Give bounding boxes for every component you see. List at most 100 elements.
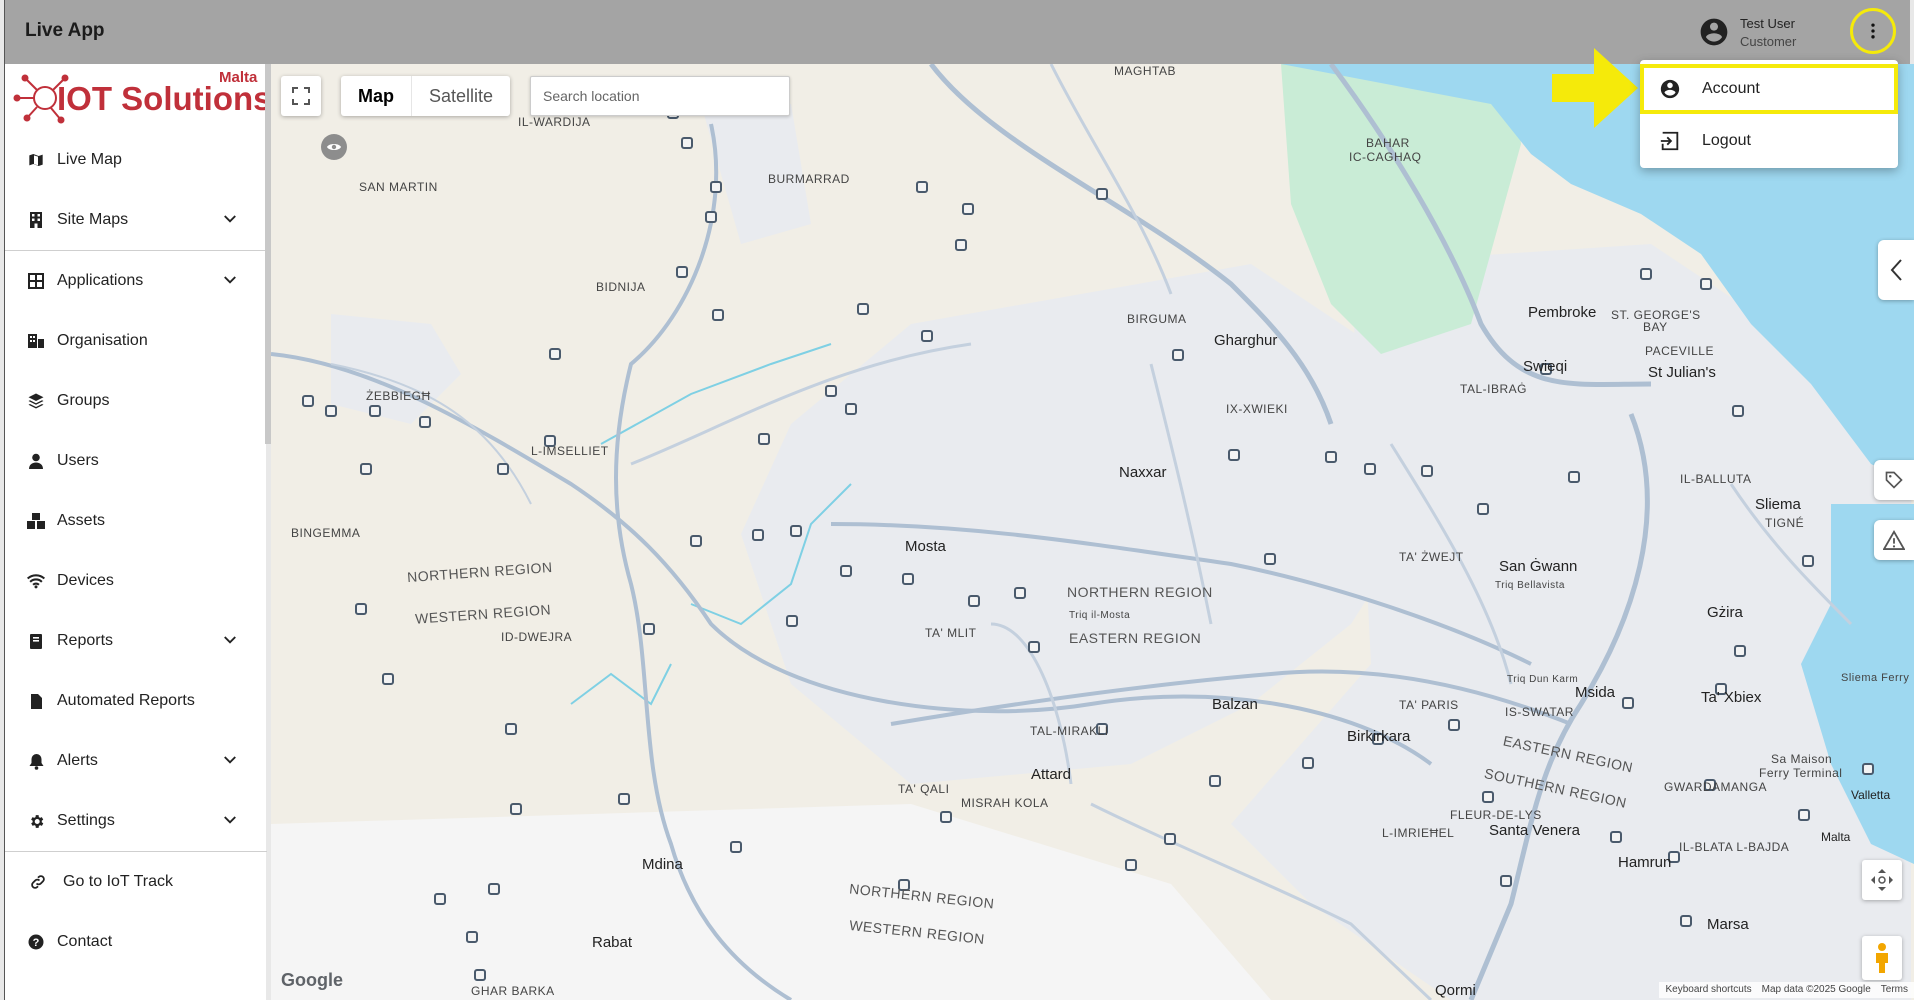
map-label: Swieqi bbox=[1523, 358, 1568, 375]
user-icon bbox=[25, 450, 47, 472]
map-type-satellite-button[interactable]: Satellite bbox=[412, 76, 510, 116]
map-label: Sa Maison bbox=[1771, 752, 1833, 766]
brand-logo[interactable]: IOT Solutions Malta bbox=[11, 68, 271, 126]
map-type-map-button[interactable]: Map bbox=[341, 76, 412, 116]
eye-icon bbox=[327, 144, 341, 150]
search-location-input[interactable] bbox=[530, 76, 790, 116]
sidebar-item-label: Automated Reports bbox=[57, 692, 195, 709]
fullscreen-icon bbox=[292, 87, 310, 105]
sidebar-item-users[interactable]: Users bbox=[5, 431, 267, 491]
map-label: Triq il-Mosta bbox=[1069, 610, 1131, 621]
warning-button[interactable] bbox=[1874, 520, 1914, 560]
account-circle-icon bbox=[1658, 77, 1682, 101]
map-data-text: Map data ©2025 Google bbox=[1761, 984, 1871, 995]
map-label: Rabat bbox=[592, 934, 633, 951]
map-label: IS-SWATAR bbox=[1505, 705, 1574, 719]
file-icon bbox=[25, 690, 47, 712]
sidebar-item-settings[interactable]: Settings bbox=[5, 791, 267, 851]
map-label: Qormi bbox=[1435, 982, 1476, 999]
terms-link[interactable]: Terms bbox=[1881, 984, 1908, 996]
sidebar-item-label: Alerts bbox=[57, 752, 98, 769]
sidebar-item-label: Go to IoT Track bbox=[63, 873, 173, 890]
google-logo: Google bbox=[281, 970, 343, 990]
map-label: MISRAH KOLA bbox=[961, 796, 1049, 810]
live-map[interactable]: MAGHTAB IL-WARDIJA BAHAR IC-CAGHAQ SAN M… bbox=[271, 64, 1914, 1000]
map-label: IL-BLATA L-BAJDA bbox=[1679, 840, 1790, 854]
pegman-icon bbox=[1876, 943, 1888, 973]
map-label: EASTERN REGION bbox=[1069, 630, 1202, 646]
menu-item-account[interactable]: Account bbox=[1640, 64, 1898, 114]
sidebar-item-label: Devices bbox=[57, 572, 114, 589]
sidebar-item-alerts[interactable]: Alerts bbox=[5, 731, 267, 791]
map-label: L-IMSELLIET bbox=[531, 444, 609, 458]
sidebar-item-groups[interactable]: Groups bbox=[5, 371, 267, 431]
chevron-down-icon bbox=[224, 276, 236, 284]
map-label: BIDNIJA bbox=[596, 280, 646, 294]
map-label: TA' PARIS bbox=[1399, 698, 1459, 712]
logo-graphic-icon: IOT Solutions Malta bbox=[13, 69, 271, 124]
map-label: TA' ŻWEJT bbox=[1399, 550, 1464, 564]
layers-icon bbox=[25, 390, 47, 412]
svg-text:?: ? bbox=[33, 937, 40, 949]
map-label: TA' QALI bbox=[898, 782, 950, 796]
sidebar-item-label: Organisation bbox=[57, 332, 148, 349]
map-label: IC-CAGHAQ bbox=[1349, 150, 1422, 164]
map-label: Marsa bbox=[1707, 916, 1749, 933]
gear-icon bbox=[25, 810, 47, 832]
fullscreen-button[interactable] bbox=[281, 76, 321, 116]
user-name: Test User bbox=[1740, 16, 1795, 31]
sidebar-item-organisation[interactable]: Organisation bbox=[5, 311, 267, 371]
more-options-button[interactable] bbox=[1850, 8, 1896, 54]
map-label: Ferry Terminal bbox=[1759, 766, 1843, 780]
map-label: Gharghur bbox=[1214, 332, 1278, 349]
map-label: Balzan bbox=[1212, 696, 1258, 713]
menu-item-logout[interactable]: Logout bbox=[1640, 116, 1898, 166]
sidebar-item-go-to-iot-track[interactable]: Go to IoT Track bbox=[5, 852, 267, 912]
sidebar-item-assets[interactable]: Assets bbox=[5, 491, 267, 551]
user-info[interactable]: Test User Customer bbox=[1698, 14, 1848, 50]
map-label: BAHAR bbox=[1366, 136, 1410, 150]
warning-icon bbox=[1883, 530, 1905, 550]
side-panel-toggle[interactable] bbox=[1878, 240, 1914, 300]
tag-button[interactable] bbox=[1874, 460, 1914, 500]
map-camera-control[interactable] bbox=[1862, 860, 1902, 900]
sidebar-item-applications[interactable]: Applications bbox=[5, 251, 267, 311]
street-view-button[interactable] bbox=[1862, 936, 1902, 980]
map-label: Valletta bbox=[1851, 788, 1891, 802]
map-label: Ta' Xbiex bbox=[1701, 689, 1762, 706]
map-label: TIGNÉ bbox=[1765, 516, 1805, 530]
map-label: TA' MLIT bbox=[925, 626, 977, 640]
sidebar-item-devices[interactable]: Devices bbox=[5, 551, 267, 611]
map-label: ŻEBBIEGĦ bbox=[366, 389, 431, 403]
map-label: MAGHTAB bbox=[1114, 64, 1176, 78]
book-icon bbox=[25, 630, 47, 652]
map-label: BINGEMMA bbox=[291, 526, 361, 540]
cubes-icon bbox=[25, 510, 47, 532]
map-label: Mdina bbox=[642, 856, 683, 873]
chevron-down-icon bbox=[224, 816, 236, 824]
sidebar-item-automated-reports[interactable]: Automated Reports bbox=[5, 671, 267, 731]
menu-item-label: Account bbox=[1702, 80, 1760, 97]
sidebar-nav: Live Map Site Maps Applications Organisa… bbox=[5, 130, 267, 972]
sidebar-item-contact[interactable]: ? Contact bbox=[5, 912, 267, 972]
map-label: NORTHERN REGION bbox=[1067, 584, 1213, 600]
map-icon bbox=[25, 149, 47, 171]
logout-icon bbox=[1658, 129, 1682, 153]
visibility-toggle[interactable] bbox=[321, 134, 347, 160]
app-window: Live App Test User Customer IOT Solution… bbox=[0, 0, 1914, 1000]
move-arrows-icon bbox=[1871, 869, 1893, 891]
sidebar-item-label: Settings bbox=[57, 812, 115, 829]
sidebar-item-reports[interactable]: Reports bbox=[5, 611, 267, 671]
sidebar-item-site-maps[interactable]: Site Maps bbox=[5, 190, 267, 250]
map-attribution: Keyboard shortcuts Map data ©2025 Google… bbox=[1659, 982, 1914, 998]
more-vertical-icon bbox=[1871, 23, 1875, 39]
keyboard-shortcuts-link[interactable]: Keyboard shortcuts bbox=[1665, 984, 1751, 996]
map-label: BIRGUMA bbox=[1127, 312, 1187, 326]
map-label: Triq Bellavista bbox=[1495, 580, 1565, 591]
map-label: GWARDAMANGA bbox=[1664, 780, 1768, 794]
map-label: SAN MARTIN bbox=[359, 180, 438, 194]
map-label: Birkirkara bbox=[1347, 728, 1411, 745]
map-label: Naxxar bbox=[1119, 464, 1167, 481]
sidebar-item-live-map[interactable]: Live Map bbox=[5, 130, 267, 190]
chevron-down-icon bbox=[224, 215, 236, 223]
